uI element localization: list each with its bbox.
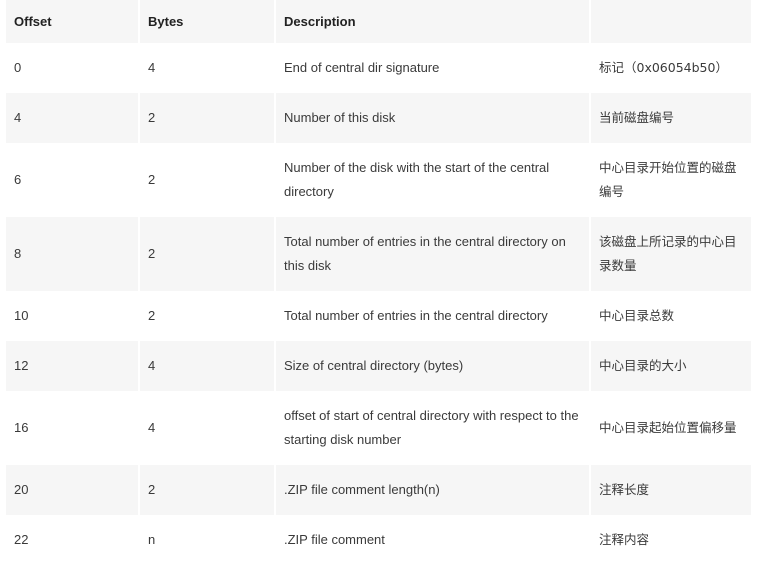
record-table: Offset Bytes Description 0 4 End of cent…	[4, 0, 753, 565]
cell-bytes: 2	[140, 291, 274, 341]
cell-description: .ZIP file comment	[276, 515, 589, 565]
cell-description: Size of central directory (bytes)	[276, 341, 589, 391]
cell-description: offset of start of central directory wit…	[276, 391, 589, 465]
cell-note: 中心目录的大小	[591, 341, 751, 391]
cell-bytes: 2	[140, 217, 274, 291]
cell-note: 注释长度	[591, 465, 751, 515]
cell-offset: 8	[6, 217, 138, 291]
cell-note: 中心目录起始位置偏移量	[591, 391, 751, 465]
cell-note: 注释内容	[591, 515, 751, 565]
cell-offset: 6	[6, 143, 138, 217]
cell-note: 中心目录总数	[591, 291, 751, 341]
cell-note: 该磁盘上所记录的中心目录数量	[591, 217, 751, 291]
table-row: 16 4 offset of start of central director…	[6, 391, 751, 465]
table-row: 4 2 Number of this disk 当前磁盘编号	[6, 93, 751, 143]
cell-bytes: 4	[140, 391, 274, 465]
cell-offset: 12	[6, 341, 138, 391]
table-row: 22 n .ZIP file comment 注释内容	[6, 515, 751, 565]
table-row: 10 2 Total number of entries in the cent…	[6, 291, 751, 341]
cell-bytes: 2	[140, 143, 274, 217]
table-row: 6 2 Number of the disk with the start of…	[6, 143, 751, 217]
cell-bytes: 2	[140, 93, 274, 143]
cell-offset: 10	[6, 291, 138, 341]
cell-offset: 4	[6, 93, 138, 143]
cell-offset: 20	[6, 465, 138, 515]
cell-note: 当前磁盘编号	[591, 93, 751, 143]
cell-bytes: 4	[140, 341, 274, 391]
header-offset: Offset	[6, 0, 138, 43]
cell-description: .ZIP file comment length(n)	[276, 465, 589, 515]
header-description: Description	[276, 0, 589, 43]
cell-description: Total number of entries in the central d…	[276, 291, 589, 341]
table-row: 8 2 Total number of entries in the centr…	[6, 217, 751, 291]
cell-note: 标记（0x06054b50）	[591, 43, 751, 93]
table-row: 20 2 .ZIP file comment length(n) 注释长度	[6, 465, 751, 515]
cell-bytes: 4	[140, 43, 274, 93]
table-row: 0 4 End of central dir signature 标记（0x06…	[6, 43, 751, 93]
zip-end-of-central-directory-table: Offset Bytes Description 0 4 End of cent…	[4, 0, 753, 565]
cell-description: Number of the disk with the start of the…	[276, 143, 589, 217]
table-header-row: Offset Bytes Description	[6, 0, 751, 43]
cell-description: End of central dir signature	[276, 43, 589, 93]
cell-description: Number of this disk	[276, 93, 589, 143]
cell-offset: 16	[6, 391, 138, 465]
header-note	[591, 0, 751, 43]
cell-offset: 22	[6, 515, 138, 565]
table-row: 12 4 Size of central directory (bytes) 中…	[6, 341, 751, 391]
cell-offset: 0	[6, 43, 138, 93]
header-bytes: Bytes	[140, 0, 274, 43]
cell-bytes: 2	[140, 465, 274, 515]
cell-bytes: n	[140, 515, 274, 565]
cell-description: Total number of entries in the central d…	[276, 217, 589, 291]
cell-note: 中心目录开始位置的磁盘编号	[591, 143, 751, 217]
